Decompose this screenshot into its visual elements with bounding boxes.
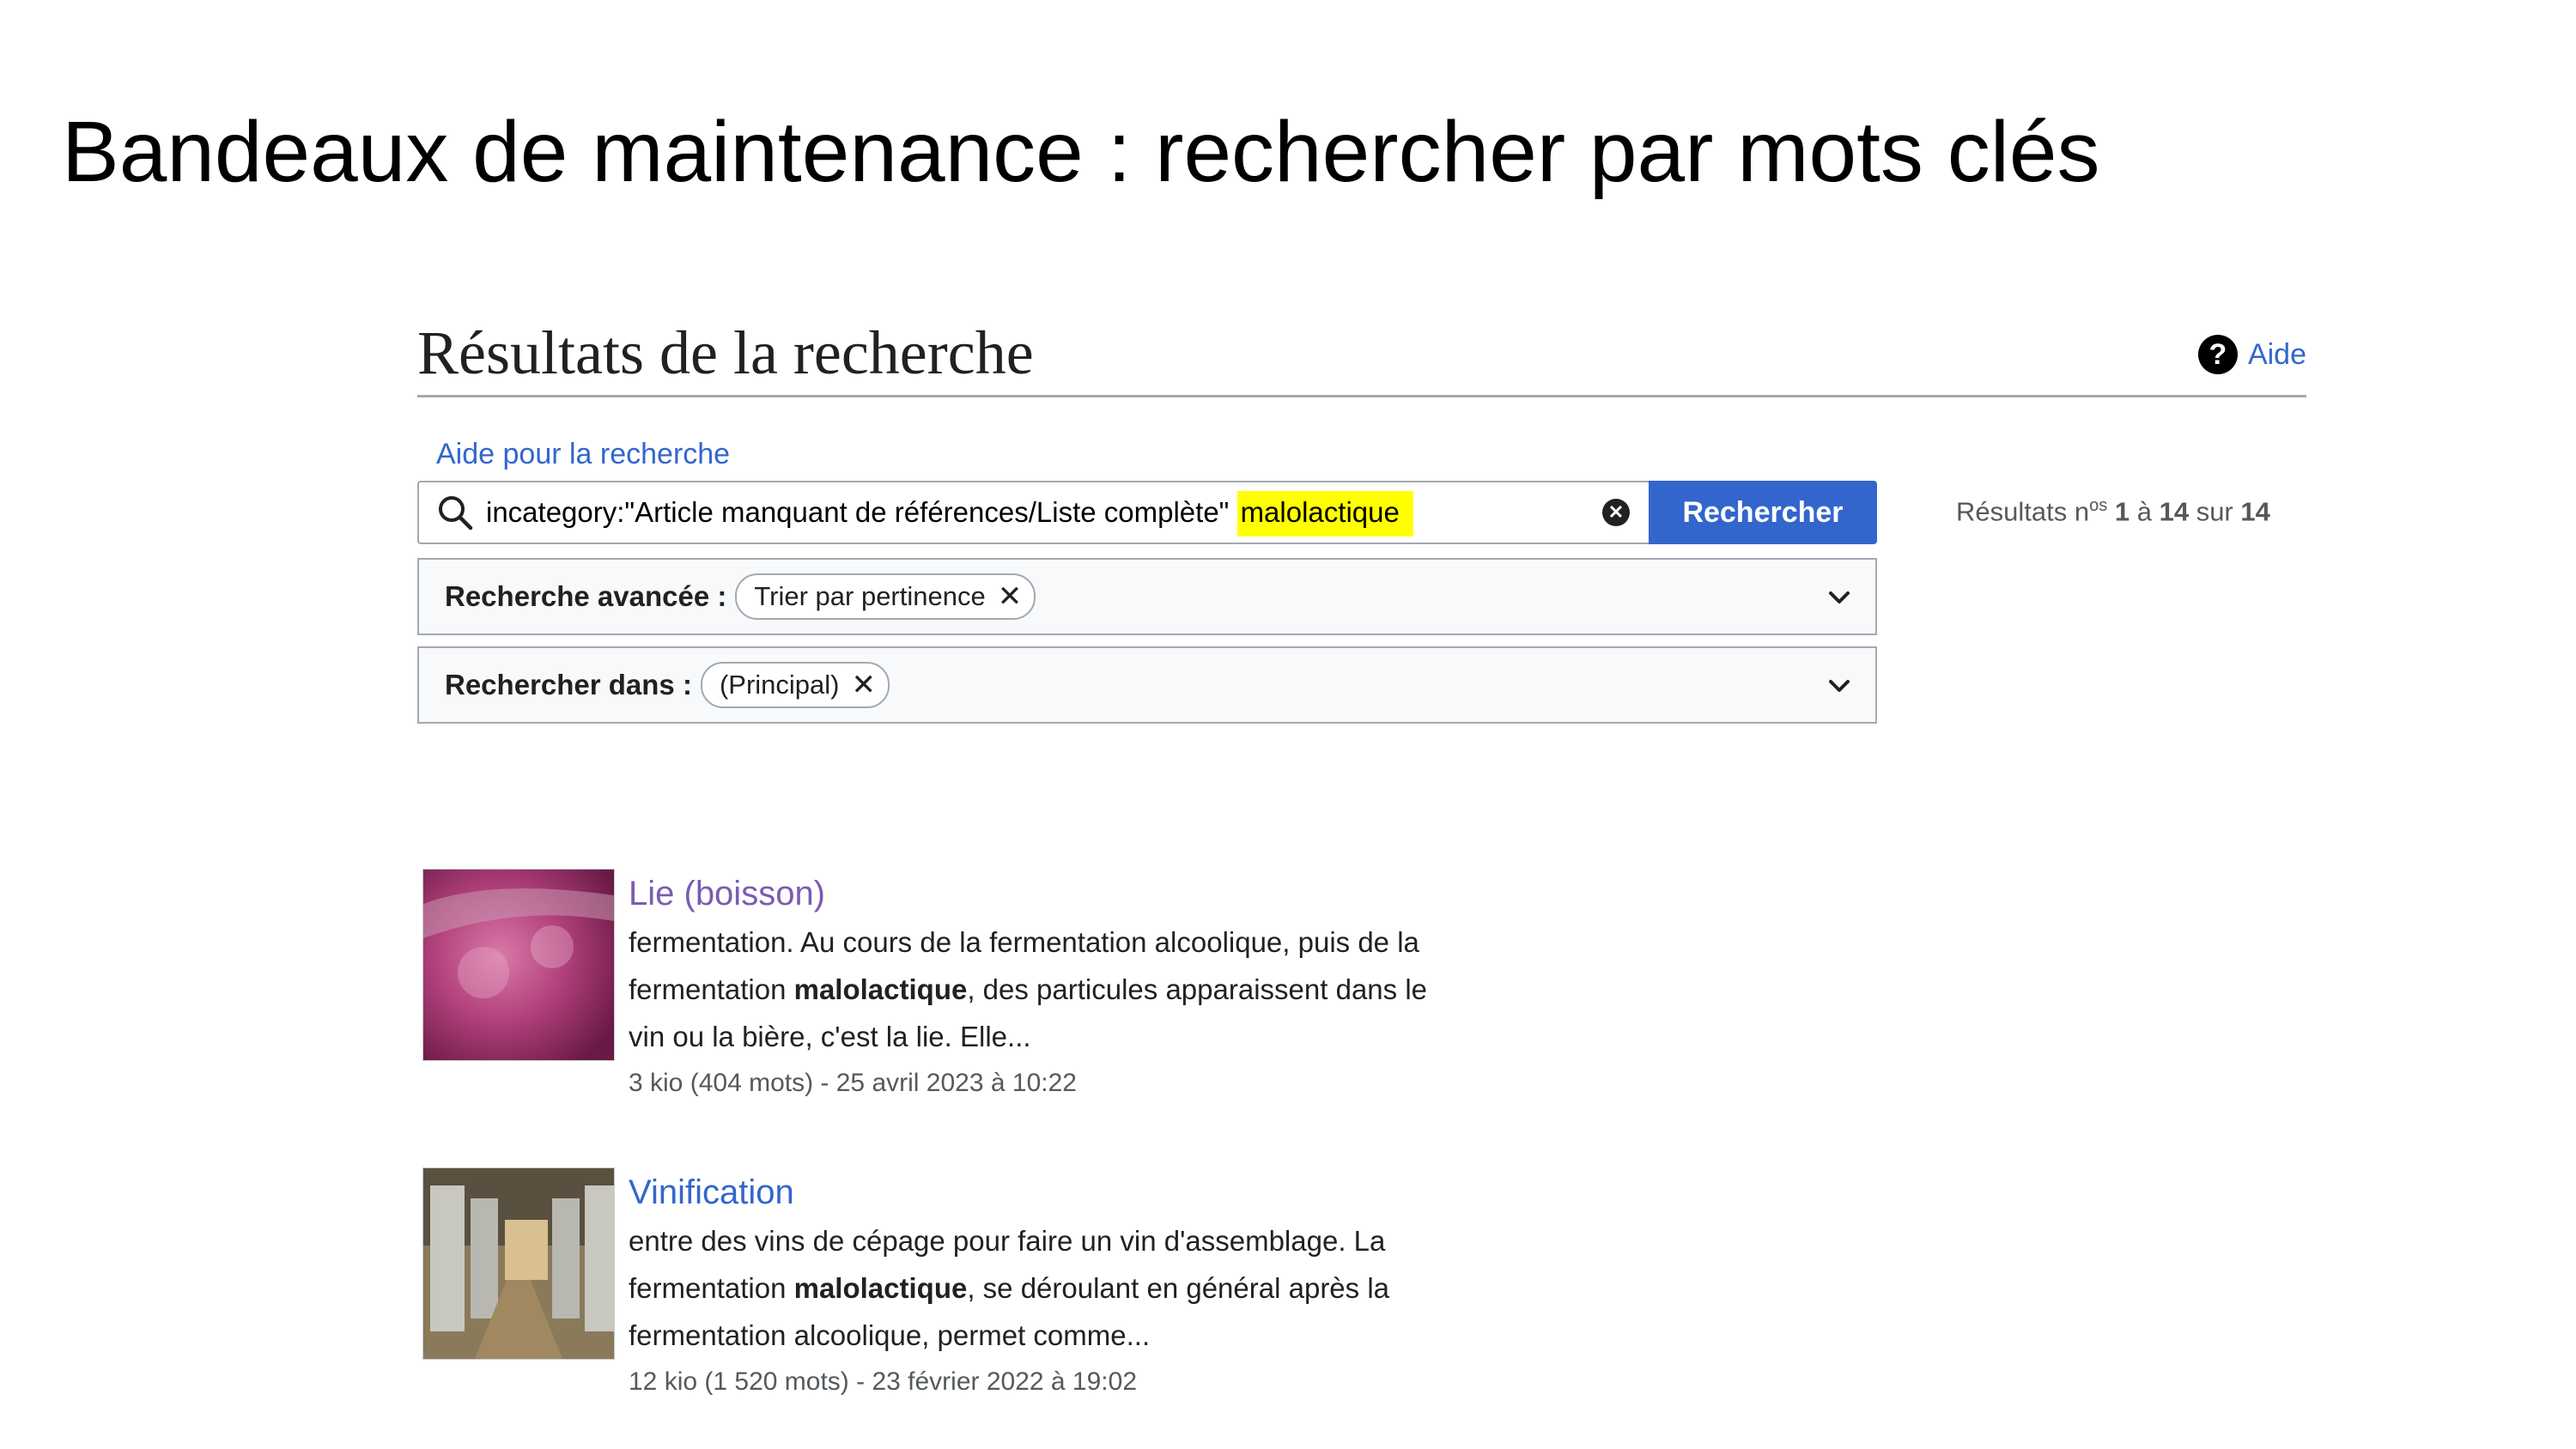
result-thumbnail-lees[interactable] — [422, 869, 615, 1061]
namespace-chip[interactable]: (Principal) ✕ — [700, 662, 890, 708]
search-query: incategory:"Article manquant de référenc… — [486, 491, 1602, 537]
chevron-down-icon[interactable] — [1824, 582, 1855, 613]
search-icon — [436, 494, 474, 531]
result-meta: 12 kio (1 520 mots) - 23 février 2022 à … — [629, 1367, 1138, 1396]
search-input[interactable]: incategory:"Article manquant de référenc… — [417, 481, 1649, 544]
result-title-link[interactable]: Vinification — [629, 1167, 1389, 1217]
search-query-highlight: malolactique — [1236, 491, 1413, 537]
result-snippet-line: fermentation malolactique, des particule… — [629, 973, 1427, 1005]
result-title-link[interactable]: Lie (boisson) — [629, 869, 1427, 919]
help-label: Aide — [2247, 337, 2306, 371]
results-count: Résultats nos 1 à 14 sur 14 — [1956, 496, 2270, 527]
search-results-page: Résultats de la recherche ? Aide Aide po… — [417, 309, 2306, 1442]
result-snippet-line: vin ou la bière, c'est la lie. Elle... — [629, 1021, 1031, 1052]
page-title: Résultats de la recherche — [417, 318, 1034, 387]
help-icon: ? — [2197, 335, 2238, 374]
help-link[interactable]: ? Aide — [2197, 335, 2306, 374]
namespace-panel[interactable]: Rechercher dans : (Principal) ✕ — [417, 646, 1877, 724]
search-button[interactable]: Rechercher — [1649, 481, 1877, 544]
advanced-search-label: Recherche avancée : — [445, 580, 727, 612]
remove-chip-icon[interactable]: ✕ — [851, 668, 876, 702]
result-snippet-line: entre des vins de cépage pour faire un v… — [629, 1225, 1386, 1257]
heading-divider — [417, 395, 2306, 397]
result-snippet-line: fermentation malolactique, se déroulant … — [629, 1272, 1390, 1304]
result-snippet-line: fermentation. Au cours de la fermentatio… — [629, 926, 1419, 958]
result-meta: 3 kio (404 mots) - 25 avril 2023 à 10:22 — [629, 1069, 1077, 1097]
chevron-down-icon[interactable] — [1824, 670, 1855, 701]
clear-icon[interactable]: ✕ — [1602, 499, 1630, 526]
slide-title: Bandeaux de maintenance : rechercher par… — [62, 104, 2100, 200]
result-snippet-line: fermentation alcoolique, permet comme... — [629, 1319, 1151, 1351]
remove-chip-icon[interactable]: ✕ — [998, 579, 1023, 614]
result-thumbnail-winery[interactable] — [422, 1167, 615, 1360]
namespace-label: Rechercher dans : — [445, 669, 692, 700]
search-query-prefix: incategory:"Article manquant de référenc… — [486, 496, 1230, 528]
sort-chip[interactable]: Trier par pertinence ✕ — [735, 573, 1036, 620]
advanced-search-panel[interactable]: Recherche avancée : Trier par pertinence… — [417, 558, 1877, 635]
search-help-link[interactable]: Aide pour la recherche — [436, 438, 730, 471]
